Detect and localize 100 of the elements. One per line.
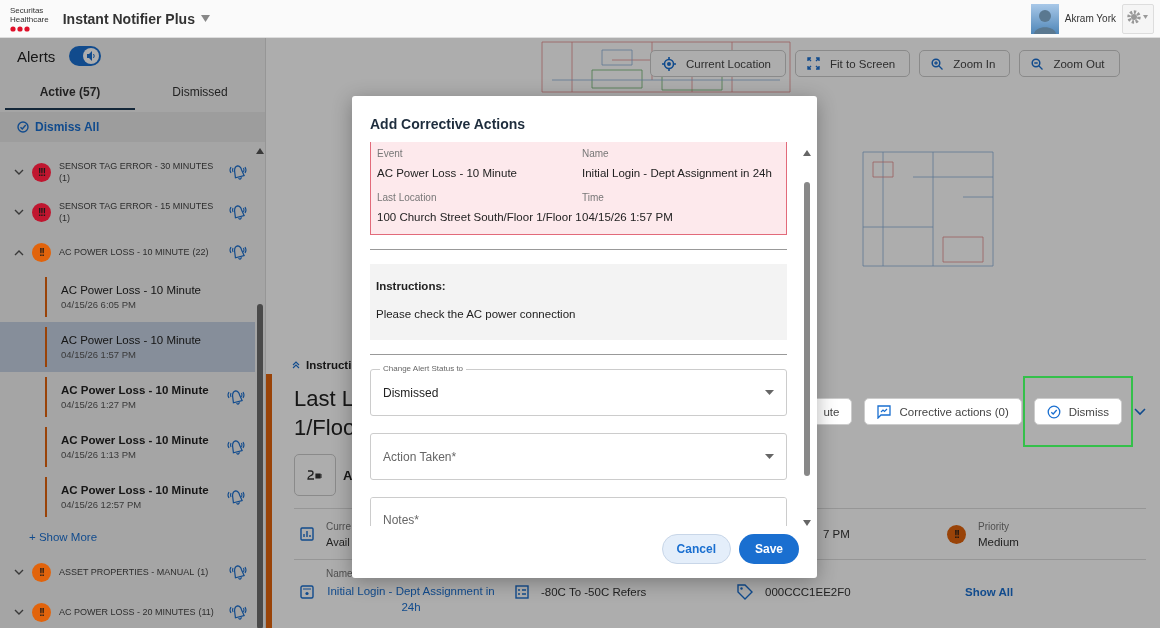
double-chevron-icon xyxy=(292,361,300,369)
chevron-icon xyxy=(14,248,24,256)
alert-item[interactable]: AC Power Loss - 10 Minute 04/15/26 1:13 PM xyxy=(0,422,255,472)
alert-time: 04/15/26 1:27 PM xyxy=(61,399,137,410)
map-button[interactable]: Zoom In xyxy=(919,50,1011,77)
chevron-icon xyxy=(14,568,24,576)
dismiss-all-link[interactable]: Dismiss All xyxy=(17,120,100,134)
check-circle-icon xyxy=(17,121,29,133)
alert-title: AC Power Loss - 10 Minute xyxy=(61,384,210,396)
zoom-in-icon xyxy=(931,57,944,70)
map-button[interactable]: Fit to Screen xyxy=(795,50,911,77)
field-value: 000CCC1EE2F0 xyxy=(765,585,851,598)
check-circle-icon xyxy=(1046,404,1061,419)
group-title: SENSOR TAG ERROR - 30 MINUTES xyxy=(59,160,214,172)
severity-badge: !! xyxy=(32,242,51,262)
caret-icon[interactable] xyxy=(200,15,210,22)
map-button[interactable]: Current Location xyxy=(650,50,787,77)
group-count: (1) xyxy=(59,212,70,224)
instructions-text: Please check the AC power connection xyxy=(376,308,577,320)
field-label: Curre xyxy=(326,520,351,532)
field-label: Priority xyxy=(978,520,1011,532)
alert-group-row[interactable]: !! ASSET PROPERTIES - MANUAL (1) xyxy=(0,552,255,592)
alert-group-row[interactable]: !! AC POWER LOSS - 20 MINUTES (11) xyxy=(0,592,255,628)
alerts-title: Alerts xyxy=(17,47,56,65)
alert-title: AC Power Loss - 10 Minute xyxy=(61,284,202,296)
alert-item[interactable]: AC Power Loss - 10 Minute 04/15/26 1:27 PM xyxy=(0,372,255,422)
dialog-title: Add Corrective Actions xyxy=(369,115,527,134)
action-button[interactable]: Dismiss xyxy=(1033,398,1122,425)
tag-icon xyxy=(737,583,753,600)
field-value: 04/15/26 1:57 PM xyxy=(582,210,674,225)
notes-field[interactable]: Notes* xyxy=(370,497,787,526)
dots-icon xyxy=(10,25,30,32)
priority-badge: !! xyxy=(947,524,966,544)
logo-text: Securitas xyxy=(10,5,45,15)
cancel-button[interactable]: Cancel xyxy=(661,534,731,564)
tab[interactable]: Active (57) xyxy=(5,76,135,110)
alert-title: AC Power Loss - 10 Minute xyxy=(61,484,210,496)
alert-group-row[interactable]: !!! SENSOR TAG ERROR - 30 MINUTES (1) xyxy=(0,152,255,192)
field-value: 7 PM xyxy=(822,528,850,540)
zoom-out-icon xyxy=(1031,57,1044,70)
alert-time: 04/15/26 1:13 PM xyxy=(61,449,137,460)
app-title[interactable]: Instant Notifier Plus xyxy=(62,10,195,27)
device-icon xyxy=(300,584,314,599)
severity-badge: !!! xyxy=(32,202,51,222)
group-title: SENSOR TAG ERROR - 15 MINUTES xyxy=(59,200,214,212)
save-button[interactable]: Save xyxy=(738,534,799,564)
alert-item[interactable]: AC Power Loss - 10 Minute 04/15/26 12:57 PM xyxy=(0,472,255,522)
alert-time: 04/15/26 6:05 PM xyxy=(61,299,137,310)
fit-screen-icon xyxy=(807,57,821,70)
speaker-icon xyxy=(85,50,98,62)
alert-item[interactable]: AC Power Loss - 10 Minute 04/15/26 1:57 PM xyxy=(0,322,255,372)
gear-icon xyxy=(1127,10,1149,24)
group-count: (22) xyxy=(192,246,209,258)
action-button[interactable]: Corrective actions (0) xyxy=(864,398,1022,425)
avatar-icon[interactable] xyxy=(1030,3,1059,34)
field-value: Medium xyxy=(978,535,1019,548)
field-label: Event xyxy=(377,148,404,159)
chat-chart-icon xyxy=(877,404,892,419)
user-name[interactable]: Akram York xyxy=(1064,13,1116,24)
caret-icon xyxy=(765,390,774,395)
chevron-icon[interactable] xyxy=(1134,408,1146,416)
scroll-up-icon[interactable] xyxy=(256,148,264,154)
chevron-icon xyxy=(14,608,24,616)
field-value: AC Power Loss - 10 Minute xyxy=(377,166,518,181)
show-all-link[interactable]: Show All xyxy=(947,585,1014,598)
severity-badge: !! xyxy=(32,562,51,582)
plug-icon xyxy=(307,468,323,482)
scroll-up-icon[interactable] xyxy=(803,150,811,156)
map-button[interactable]: Zoom Out xyxy=(1019,50,1120,77)
field-value: -80C To -50C Refers xyxy=(541,585,647,598)
settings-button[interactable] xyxy=(1122,3,1154,34)
field-label: Name xyxy=(582,148,610,159)
list-icon xyxy=(515,584,529,599)
chevron-icon xyxy=(14,208,24,216)
alert-time: 04/15/26 12:57 PM xyxy=(61,499,143,510)
alert-time: 04/15/26 1:57 PM xyxy=(61,349,137,360)
field-label: Last Location xyxy=(377,192,438,203)
location-title: Last L xyxy=(294,385,355,413)
alert-group-row[interactable]: !! AC POWER LOSS - 10 MINUTE (22) xyxy=(0,232,255,272)
group-count: (1) xyxy=(197,566,209,578)
instructions-toggle[interactable]: Instructi xyxy=(266,356,352,374)
field-label: Name xyxy=(326,568,354,579)
group-title: ASSET PROPERTIES - MANUAL xyxy=(59,566,195,578)
name-link[interactable]: Initial Login - Dept Assignment in 24h xyxy=(326,583,496,615)
show-more-link[interactable]: + Show More xyxy=(0,522,98,552)
tab[interactable]: Dismissed xyxy=(135,76,265,110)
instructions-heading: Instructions: xyxy=(376,280,447,292)
alert-title: AC Power Loss - 10 Minute xyxy=(61,434,210,446)
alert-group-row[interactable]: !!! SENSOR TAG ERROR - 15 MINUTES (1) xyxy=(0,192,255,232)
field-value: Initial Login - Dept Assignment in 24h xyxy=(582,166,773,181)
group-title: AC POWER LOSS - 10 MINUTE xyxy=(59,246,190,258)
sound-toggle[interactable] xyxy=(69,46,102,66)
chart-icon xyxy=(300,527,314,541)
logo-text: Healthcare xyxy=(10,14,49,24)
group-title: AC POWER LOSS - 20 MINUTES xyxy=(59,606,196,618)
alert-item[interactable]: AC Power Loss - 10 Minute 04/15/26 6:05 PM xyxy=(0,272,255,322)
scroll-down-icon[interactable] xyxy=(803,520,811,526)
group-count: (1) xyxy=(59,172,70,184)
field-value: 100 Church Street South/Floor 1/Floor 1 xyxy=(377,210,582,225)
action-taken-select[interactable]: Action Taken* xyxy=(370,433,787,480)
